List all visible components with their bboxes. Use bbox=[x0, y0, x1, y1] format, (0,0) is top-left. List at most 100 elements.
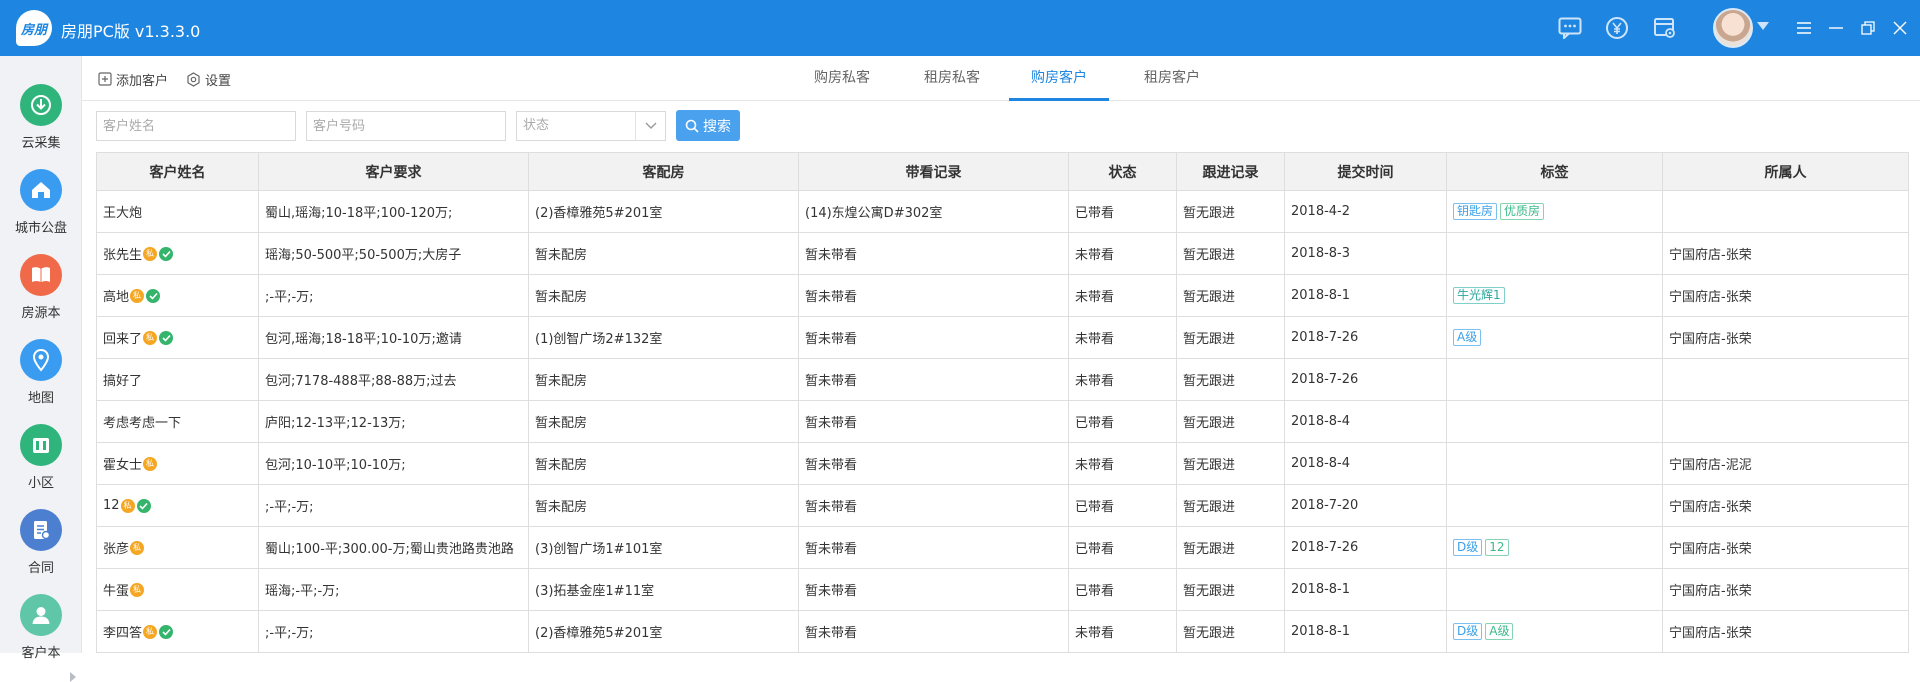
sidebar-item-city-pool[interactable]: 城市公盘 bbox=[0, 161, 82, 246]
tag-badge: 优质房 bbox=[1500, 203, 1545, 220]
tags-cell bbox=[1447, 401, 1663, 442]
tag-badge: A级 bbox=[1453, 329, 1482, 346]
owner-cell: 宁国府店-泥泥 bbox=[1663, 443, 1909, 484]
owner-cell: 宁国府店-张荣 bbox=[1663, 233, 1909, 274]
search-button[interactable]: 搜索 bbox=[676, 110, 740, 141]
owner-cell: 宁国府店-张荣 bbox=[1663, 569, 1909, 610]
sidebar-item-customer-book[interactable]: 客户本 bbox=[0, 586, 82, 671]
tags-cell bbox=[1447, 443, 1663, 484]
settings-label: 设置 bbox=[205, 73, 232, 89]
table-row[interactable]: 牛蛋私瑶海;-平;-万; (3)拓基金座1#11室 暂未带看 已带看 暂无跟进 2018-… bbox=[97, 569, 1909, 611]
table-row[interactable]: 霍女士私包河;10-10平;10-10万; 暂未配房 暂未带看 未带看 暂无跟进 2018… bbox=[97, 443, 1909, 485]
yen-icon[interactable] bbox=[1604, 16, 1630, 40]
settings-button[interactable]: 设置 bbox=[186, 70, 232, 89]
add-customer-button[interactable]: 添加客户 bbox=[98, 70, 168, 89]
table-row[interactable]: 高地私 ;-平;-万; 暂未配房 暂未带看 未带看 暂无跟进 2018-8-1 牛光辉1 宁国府… bbox=[97, 275, 1909, 317]
table-row[interactable]: 张彦私蜀山;100-平;300.00-万;蜀山贵池路贵池路 (3)创智广场1#10… bbox=[97, 527, 1909, 569]
customer-phone-input[interactable] bbox=[306, 111, 506, 141]
tab-buy-customers[interactable]: 购房客户 bbox=[1009, 68, 1109, 101]
tags-cell: 牛光辉1 bbox=[1447, 275, 1663, 316]
customer-name-input[interactable] bbox=[96, 111, 296, 141]
visit-record-cell: 暂未带看 bbox=[799, 569, 1069, 610]
column-header[interactable]: 客户姓名 bbox=[97, 153, 259, 190]
follow-up-cell: 暂无跟进 bbox=[1177, 443, 1285, 484]
sidebar-item-community[interactable]: 小区 bbox=[0, 416, 82, 501]
submit-time-cell: 2018-4-2 bbox=[1285, 191, 1447, 232]
owner-cell bbox=[1663, 359, 1909, 400]
column-header[interactable]: 状态 bbox=[1069, 153, 1177, 190]
requirement-cell: 包河;7178-488平;88-88万;过去 bbox=[259, 359, 529, 400]
table-row[interactable]: 王大炮 蜀山,瑶海;10-18平;100-120万; (2)香樟雅苑5#201室 (1… bbox=[97, 191, 1909, 233]
tab-rent-customers[interactable]: 租房客户 bbox=[1130, 68, 1214, 101]
close-icon[interactable] bbox=[1890, 18, 1910, 38]
restore-icon[interactable] bbox=[1858, 18, 1878, 38]
status-select[interactable]: 状态 bbox=[516, 111, 666, 141]
submit-time-cell: 2018-8-3 bbox=[1285, 233, 1447, 274]
table-row[interactable]: 张先生私瑶海;50-500平;50-500万;大房子 暂未配房 暂未带看 未带看 暂无跟… bbox=[97, 233, 1909, 275]
verified-check-icon bbox=[159, 624, 174, 639]
column-header[interactable]: 所属人 bbox=[1663, 153, 1909, 190]
customer-name: 牛蛋 bbox=[103, 584, 130, 599]
chat-icon[interactable] bbox=[1557, 16, 1583, 40]
status-cell: 未带看 bbox=[1069, 233, 1177, 274]
tags-cell bbox=[1447, 359, 1663, 400]
owner-cell: 宁国府店-张荣 bbox=[1663, 527, 1909, 568]
tab-rent-private[interactable]: 租房私客 bbox=[910, 68, 994, 101]
user-avatar[interactable] bbox=[1713, 8, 1753, 48]
status-select-value: 状态 bbox=[523, 118, 550, 133]
matched-house-cell: 暂未配房 bbox=[529, 485, 799, 526]
owner-cell: 宁国府店-张荣 bbox=[1663, 275, 1909, 316]
minimize-icon[interactable] bbox=[1826, 18, 1846, 38]
sidebar-item-listing-book[interactable]: 房源本 bbox=[0, 246, 82, 331]
matched-house-cell: (3)拓基金座1#11室 bbox=[529, 569, 799, 610]
column-header[interactable]: 标签 bbox=[1447, 153, 1663, 190]
app-logo-text: 房朋 bbox=[20, 22, 47, 38]
table-row[interactable]: 考虑考虑一下 庐阳;12-13平;12-13万; 暂未配房 暂未带看 已带看 暂无跟进 20… bbox=[97, 401, 1909, 443]
tags-cell: 钥匙房 优质房 bbox=[1447, 191, 1663, 232]
status-cell: 已带看 bbox=[1069, 485, 1177, 526]
visit-record-cell: 暂未带看 bbox=[799, 275, 1069, 316]
tags-cell: D级 12 bbox=[1447, 527, 1663, 568]
matched-house-cell: 暂未配房 bbox=[529, 443, 799, 484]
table-row[interactable]: 搞好了 包河;7178-488平;88-88万;过去 暂未配房 暂未带看 未带看 暂无跟进… bbox=[97, 359, 1909, 401]
sidebar-item-cloud-collect[interactable]: 云采集 bbox=[0, 76, 82, 161]
visit-record-cell: 暂未带看 bbox=[799, 527, 1069, 568]
submit-time-cell: 2018-7-26 bbox=[1285, 317, 1447, 358]
customer-name-cell: 张先生私 bbox=[97, 233, 259, 274]
sidebar-item-map[interactable]: 地图 bbox=[0, 331, 82, 416]
private-badge-icon: 私 bbox=[130, 540, 145, 555]
private-badge-icon: 私 bbox=[143, 624, 158, 639]
table-row[interactable]: 12 私 ;-平;-万; 暂未配房 暂未带看 已带看 暂无跟进 2018-7-20 宁国府店-张… bbox=[97, 485, 1909, 527]
private-badge-icon: 私 bbox=[130, 582, 145, 597]
status-cell: 已带看 bbox=[1069, 401, 1177, 442]
plus-square-icon bbox=[98, 72, 112, 86]
building-icon bbox=[20, 424, 62, 466]
matched-house-cell: (2)香樟雅苑5#201室 bbox=[529, 191, 799, 232]
follow-up-cell: 暂无跟进 bbox=[1177, 275, 1285, 316]
visit-record-cell: 暂未带看 bbox=[799, 443, 1069, 484]
sidebar-item-contract[interactable]: 合同 bbox=[0, 501, 82, 586]
app-title: 房朋PC版 v1.3.3.0 bbox=[61, 22, 201, 41]
column-header[interactable]: 客配房 bbox=[529, 153, 799, 190]
sidebar-item-label: 客户本 bbox=[21, 646, 61, 661]
chevron-right-icon[interactable] bbox=[70, 672, 76, 682]
visit-record-cell: 暂未带看 bbox=[799, 611, 1069, 652]
column-header[interactable]: 跟进记录 bbox=[1177, 153, 1285, 190]
customer-name: 高地 bbox=[103, 290, 130, 305]
sidebar-item-label: 城市公盘 bbox=[14, 221, 67, 236]
column-header[interactable]: 带看记录 bbox=[799, 153, 1069, 190]
matched-house-cell: (2)香樟雅苑5#201室 bbox=[529, 611, 799, 652]
tab-buy-private[interactable]: 购房私客 bbox=[800, 68, 884, 101]
settings-card-icon[interactable] bbox=[1652, 16, 1678, 40]
column-header[interactable]: 提交时间 bbox=[1285, 153, 1447, 190]
table-row[interactable]: 李四答私 ;-平;-万; (2)香樟雅苑5#201室 暂未带看 未带看 暂无跟进 2018-… bbox=[97, 611, 1909, 653]
menu-icon[interactable] bbox=[1794, 18, 1814, 38]
requirement-cell: 包河;10-10平;10-10万; bbox=[259, 443, 529, 484]
table-row[interactable]: 回来了私包河,瑶海;18-18平;10-10万;邀请 (1)创智广场2#132室暂… bbox=[97, 317, 1909, 359]
follow-up-cell: 暂无跟进 bbox=[1177, 317, 1285, 358]
chevron-down-icon[interactable] bbox=[1757, 22, 1769, 30]
download-cloud-icon bbox=[20, 84, 62, 126]
private-badge-icon: 私 bbox=[143, 330, 158, 345]
column-header[interactable]: 客户要求 bbox=[259, 153, 529, 190]
tab-label: 购房客户 bbox=[1031, 70, 1087, 86]
